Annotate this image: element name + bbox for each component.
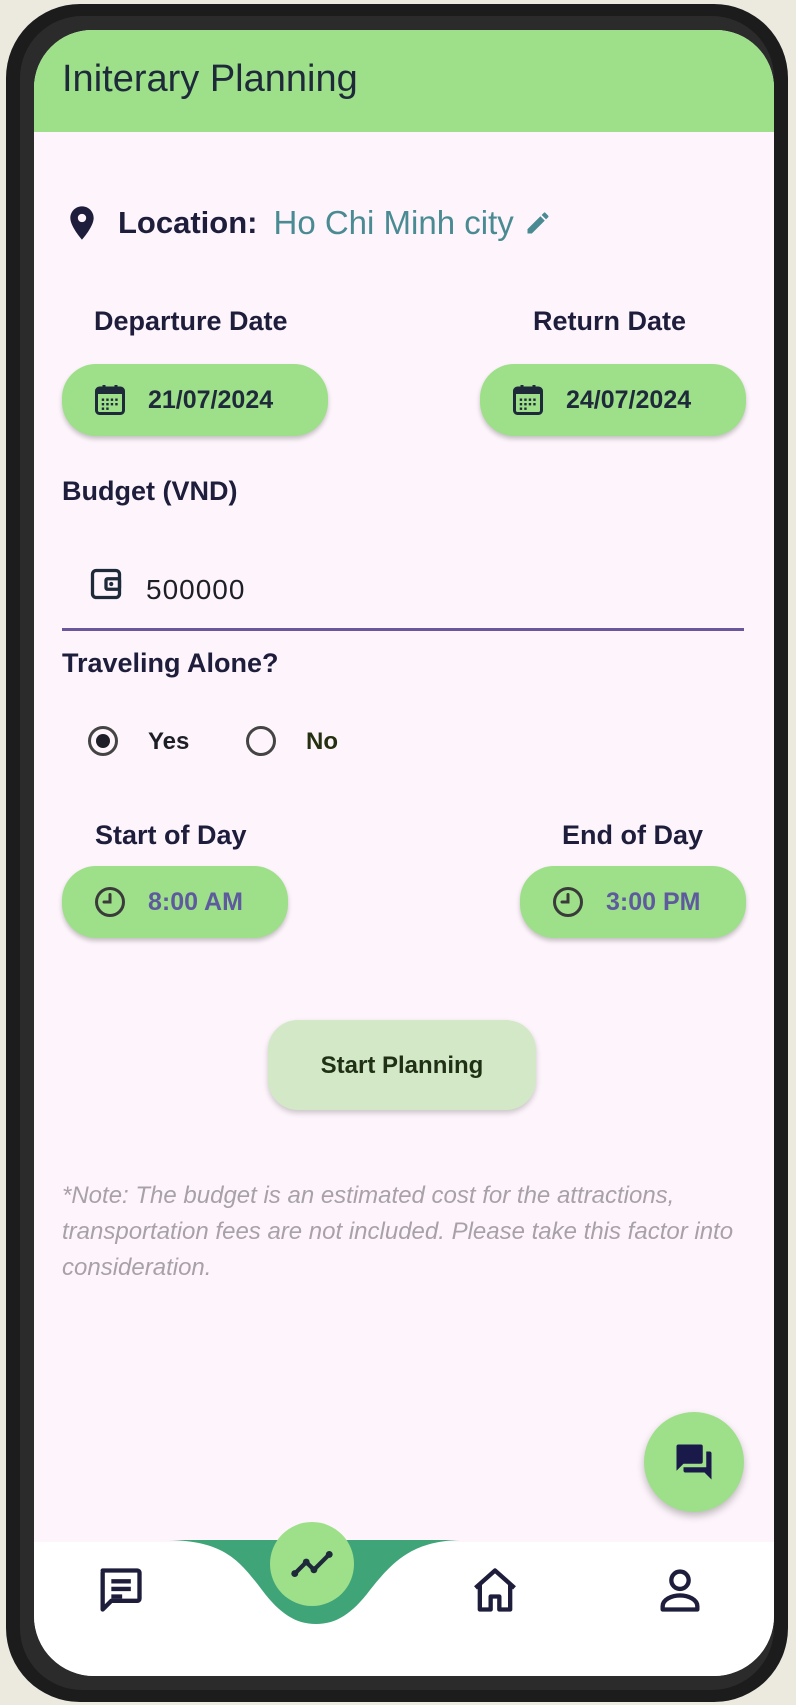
return-date-button[interactable]: 24/07/2024: [480, 364, 746, 436]
budget-input[interactable]: 500000: [62, 546, 744, 631]
location-row: Location: Ho Chi Minh city: [62, 198, 742, 248]
radio-yes-label[interactable]: Yes: [148, 728, 189, 756]
clock-icon: [553, 887, 583, 917]
return-date-label: Return Date: [533, 306, 687, 336]
trend-chart-icon: [291, 1550, 333, 1578]
start-of-day-label: Start of Day: [95, 820, 247, 850]
departure-date-button[interactable]: 21/07/2024: [62, 364, 328, 436]
page-title: Initerary Planning: [62, 58, 358, 100]
budget-value: 500000: [146, 574, 246, 605]
radio-no-label[interactable]: No: [306, 728, 338, 756]
return-date-value: 24/07/2024: [566, 385, 692, 414]
nav-item-itinerary[interactable]: [270, 1522, 354, 1606]
departure-date-value: 21/07/2024: [148, 385, 274, 414]
traveling-alone-label: Traveling Alone?: [62, 648, 279, 678]
calendar-icon: [95, 385, 125, 415]
radio-no[interactable]: [246, 726, 276, 756]
calendar-icon: [513, 385, 543, 415]
chat-bubbles-icon: [676, 1444, 712, 1480]
end-time-button[interactable]: 3:00 PM: [520, 866, 746, 938]
clock-icon: [95, 887, 125, 917]
departure-date-label: Departure Date: [94, 306, 288, 336]
start-time-value: 8:00 AM: [148, 887, 243, 916]
start-time-button[interactable]: 8:00 AM: [62, 866, 288, 938]
app-bar: Initerary Planning: [34, 30, 774, 132]
start-planning-button[interactable]: Start Planning: [268, 1020, 536, 1110]
end-time-value: 3:00 PM: [606, 887, 701, 916]
home-icon[interactable]: [469, 1564, 521, 1616]
location-value[interactable]: Ho Chi Minh city: [274, 204, 514, 242]
chat-fab[interactable]: [644, 1412, 744, 1512]
person-icon[interactable]: [654, 1564, 706, 1616]
radio-yes[interactable]: [88, 726, 118, 756]
pencil-icon[interactable]: [524, 209, 552, 237]
app-screen: Initerary Planning Location: Ho Chi Minh…: [34, 30, 774, 1676]
chat-icon[interactable]: [94, 1564, 146, 1616]
budget-label: Budget (VND): [62, 476, 238, 506]
bottom-navigation: [34, 1522, 774, 1676]
location-label: Location:: [118, 205, 258, 240]
budget-note: *Note: The budget is an estimated cost f…: [62, 1182, 734, 1281]
wallet-icon: [90, 568, 122, 600]
map-pin-icon: [70, 206, 94, 240]
end-of-day-label: End of Day: [562, 820, 704, 850]
